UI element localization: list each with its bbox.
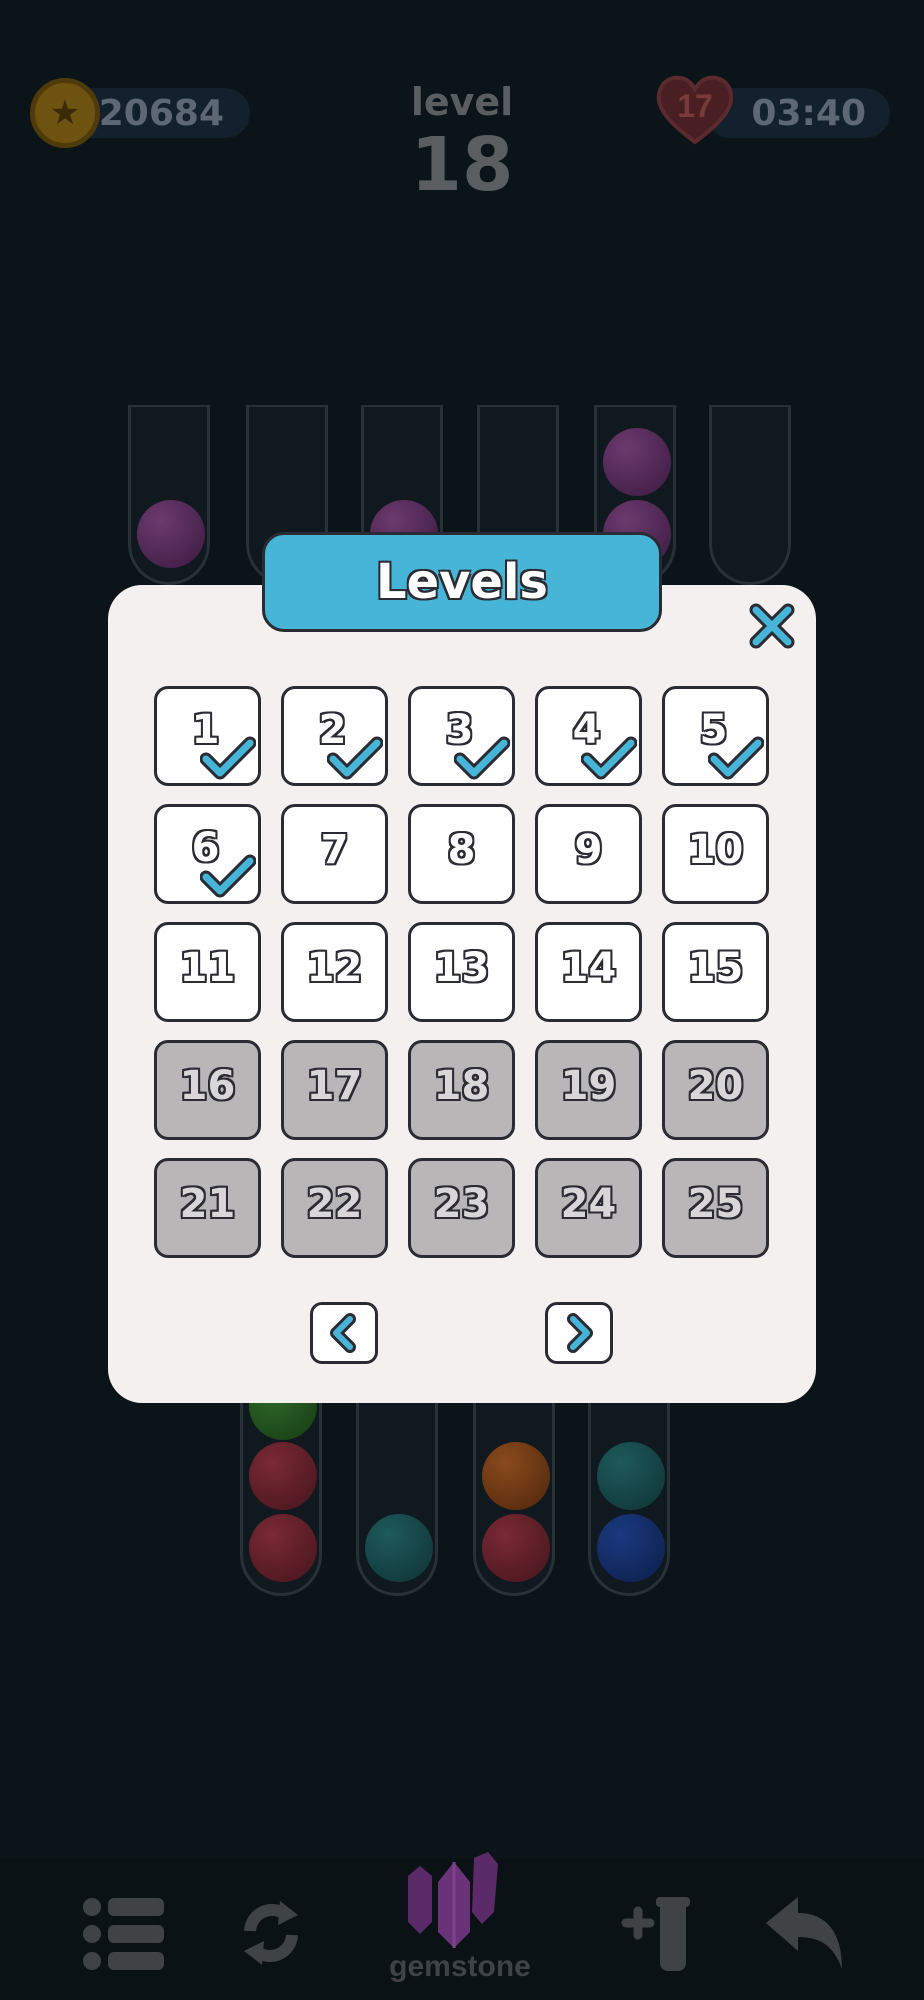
level-label: level <box>410 80 514 124</box>
level-number-label: 25 <box>687 1181 744 1227</box>
ball <box>249 1442 317 1510</box>
checkmark-icon <box>454 736 510 780</box>
level-button-11[interactable]: 11 <box>154 922 261 1022</box>
checkmark-icon <box>200 854 256 898</box>
level-number-label: 8 <box>447 827 476 873</box>
level-button-7[interactable]: 7 <box>281 804 388 904</box>
checkmark-icon <box>708 736 764 780</box>
level-button-18: 18 <box>408 1040 515 1140</box>
chevron-right-icon <box>567 1313 593 1353</box>
level-number-label: 22 <box>306 1181 363 1227</box>
level-button-12[interactable]: 12 <box>281 922 388 1022</box>
level-number-label: 20 <box>687 1063 744 1109</box>
level-button-9[interactable]: 9 <box>535 804 642 904</box>
next-page-button[interactable] <box>545 1302 613 1364</box>
checkmark-icon <box>200 736 256 780</box>
level-button-25: 25 <box>662 1158 769 1258</box>
level-button-19: 19 <box>535 1040 642 1140</box>
level-number-label: 23 <box>433 1181 490 1227</box>
level-button-4[interactable]: 4 <box>535 686 642 786</box>
level-button-2[interactable]: 2 <box>281 686 388 786</box>
level-number-label: 13 <box>433 945 490 991</box>
level-number-label: 24 <box>560 1181 617 1227</box>
level-button-15[interactable]: 15 <box>662 922 769 1022</box>
level-number-label: 17 <box>306 1063 363 1109</box>
level-button-17: 17 <box>281 1040 388 1140</box>
level-button-8[interactable]: 8 <box>408 804 515 904</box>
previous-page-button[interactable] <box>310 1302 378 1364</box>
checkmark-icon <box>581 736 637 780</box>
level-button-5[interactable]: 5 <box>662 686 769 786</box>
ball <box>597 1442 665 1510</box>
level-number-label: 14 <box>560 945 617 991</box>
level-button-21: 21 <box>154 1158 261 1258</box>
undo-icon <box>766 1897 842 1969</box>
checkmark-icon <box>327 736 383 780</box>
add-tube-icon <box>621 1897 690 1971</box>
ball <box>137 500 205 568</box>
level-number-label: 7 <box>320 827 349 873</box>
level-button-13[interactable]: 13 <box>408 922 515 1022</box>
level-button-3[interactable]: 3 <box>408 686 515 786</box>
ball <box>482 1514 550 1582</box>
ball <box>365 1514 433 1582</box>
level-button-22: 22 <box>281 1158 388 1258</box>
undo-button[interactable] <box>762 1895 846 1975</box>
dialog-title: Levels <box>262 532 662 632</box>
tube[interactable] <box>709 405 791 585</box>
level-button-14[interactable]: 14 <box>535 922 642 1022</box>
level-number-label: 11 <box>179 945 236 991</box>
add-tube-button[interactable] <box>620 1895 690 1973</box>
level-grid: 1 2 3 4 5 6 7 8 9 10 11 12 13 14 15 16 17 18 19 20 21 22 23 24 2… <box>154 686 769 1258</box>
level-number-label: 21 <box>179 1181 236 1227</box>
restart-icon <box>244 1901 298 1965</box>
level-number-label: 12 <box>306 945 363 991</box>
level-number: 18 <box>410 122 514 208</box>
list-icon <box>83 1898 164 1970</box>
close-icon <box>749 603 795 649</box>
level-button-23: 23 <box>408 1158 515 1258</box>
chevron-left-icon <box>330 1313 356 1353</box>
level-button-24: 24 <box>535 1158 642 1258</box>
restart-button[interactable] <box>238 1895 304 1971</box>
gemstone-label: gemstone <box>389 1950 531 1983</box>
level-number-label: 10 <box>687 827 744 873</box>
level-number-label: 9 <box>574 827 603 873</box>
level-button-6[interactable]: 6 <box>154 804 261 904</box>
ball <box>482 1442 550 1510</box>
ball <box>597 1514 665 1582</box>
gemstone-button[interactable] <box>398 1852 510 1952</box>
level-button-16: 16 <box>154 1040 261 1140</box>
level-number-label: 15 <box>687 945 744 991</box>
level-button-1[interactable]: 1 <box>154 686 261 786</box>
level-number-label: 16 <box>179 1063 236 1109</box>
level-number-label: 19 <box>560 1063 617 1109</box>
ball <box>603 428 671 496</box>
levels-menu-button[interactable] <box>82 1895 166 1973</box>
ball <box>249 1514 317 1582</box>
level-button-20: 20 <box>662 1040 769 1140</box>
close-button[interactable] <box>746 600 798 652</box>
level-button-10[interactable]: 10 <box>662 804 769 904</box>
level-number-label: 18 <box>433 1063 490 1109</box>
gemstone-icon <box>408 1852 498 1948</box>
